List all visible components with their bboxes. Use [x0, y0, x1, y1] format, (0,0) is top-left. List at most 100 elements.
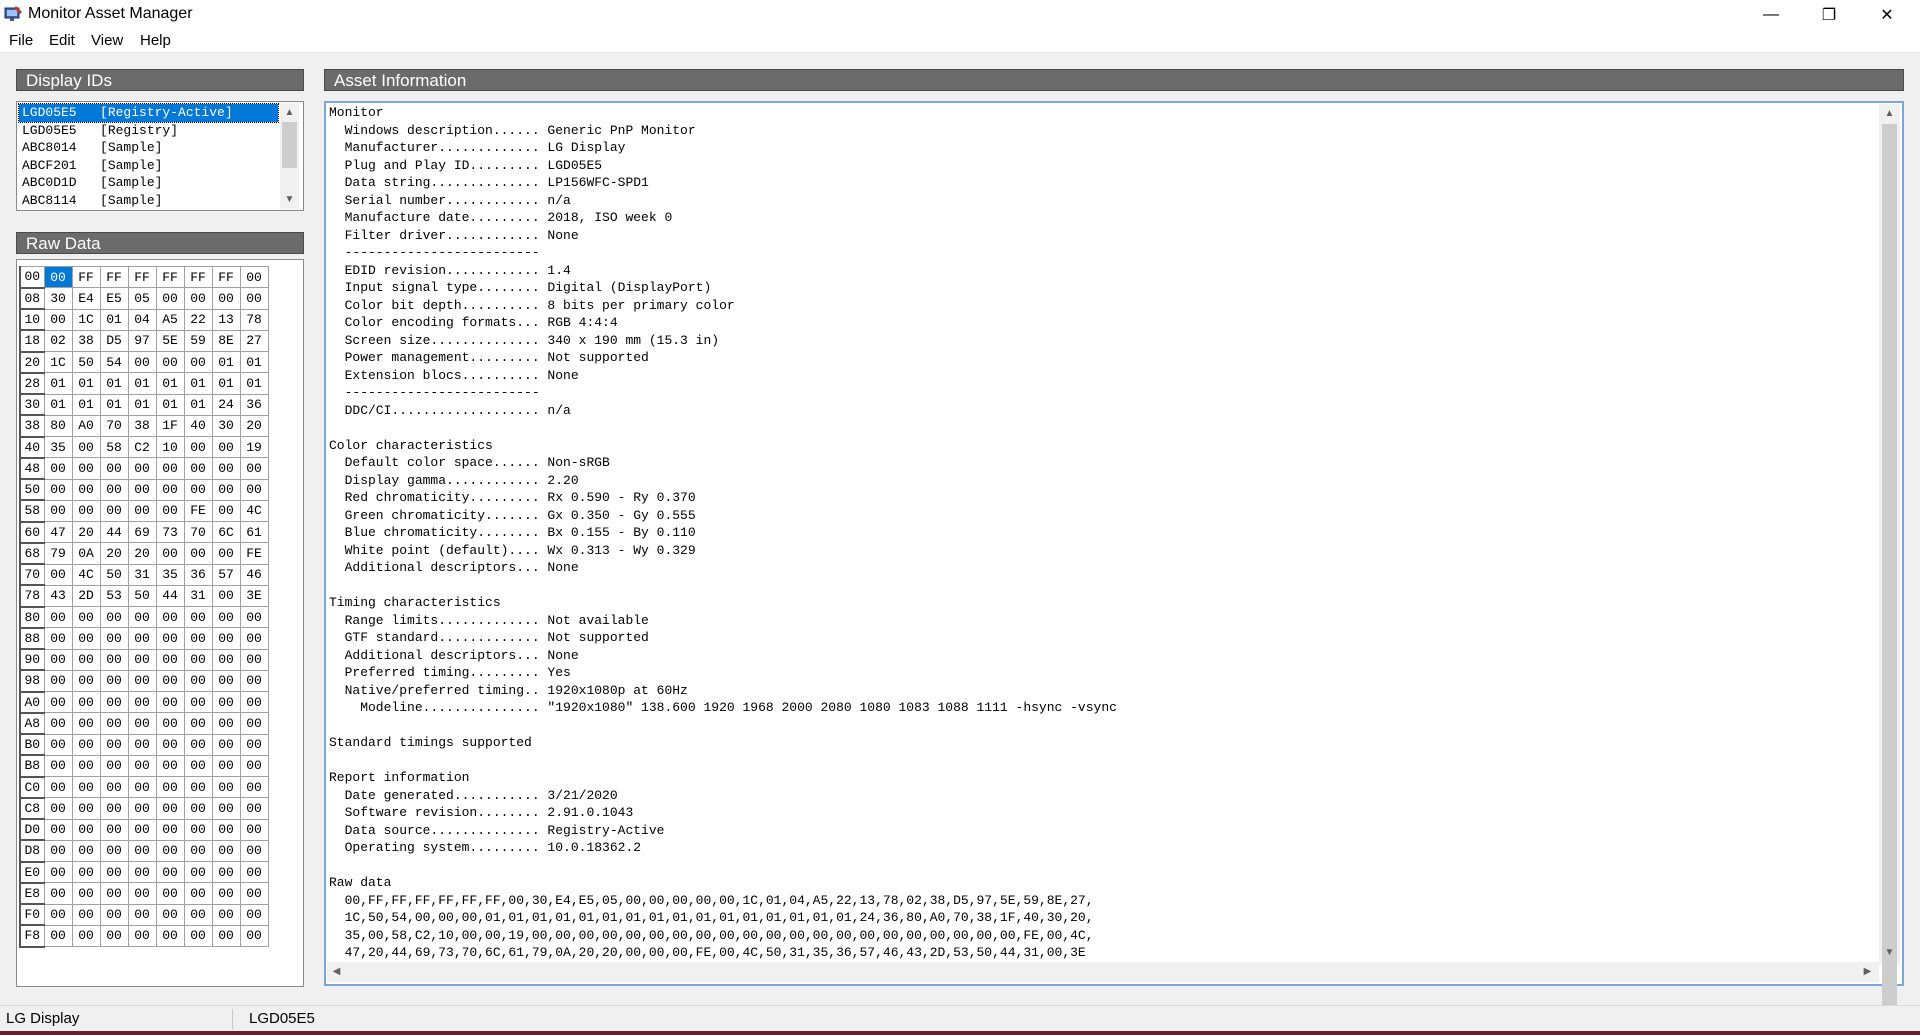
raw-data-byte[interactable]: 3E — [239, 584, 269, 608]
raw-data-byte[interactable]: 00 — [211, 882, 241, 905]
raw-data-byte[interactable]: 70 — [99, 414, 129, 438]
raw-data-byte[interactable]: 40 — [183, 414, 213, 438]
raw-data-byte[interactable]: 00 — [43, 818, 73, 841]
raw-data-byte[interactable]: 57 — [211, 563, 241, 586]
raw-data-byte[interactable]: 00 — [71, 457, 101, 480]
raw-data-byte[interactable]: 00 — [43, 308, 73, 331]
raw-data-byte[interactable]: A0 — [71, 414, 101, 438]
raw-data-byte[interactable]: 00 — [71, 839, 101, 863]
raw-data-byte[interactable]: 01 — [127, 372, 157, 395]
raw-data-byte[interactable]: 19 — [239, 435, 269, 459]
raw-data-byte[interactable]: 31 — [183, 584, 213, 608]
raw-data-byte[interactable]: 00 — [211, 754, 241, 778]
raw-data-byte[interactable]: 69 — [127, 520, 157, 544]
raw-data-byte[interactable]: 00 — [43, 754, 73, 778]
raw-data-byte[interactable]: 00 — [127, 712, 157, 735]
maximize-button[interactable]: ❐ — [1800, 0, 1858, 29]
raw-data-byte[interactable]: 00 — [239, 605, 269, 629]
raw-data-byte[interactable]: 38 — [127, 414, 157, 438]
raw-data-byte[interactable]: 00 — [99, 733, 129, 756]
raw-data-byte[interactable]: 00 — [71, 669, 101, 693]
raw-data-byte[interactable]: 00 — [211, 287, 241, 310]
raw-data-byte[interactable]: 01 — [239, 372, 269, 395]
raw-data-byte[interactable]: 00 — [239, 287, 269, 310]
display-id-item[interactable]: LGD05E5 [Registry] — [19, 122, 278, 140]
raw-data-byte[interactable]: 00 — [183, 542, 213, 565]
raw-data-byte[interactable]: 00 — [239, 733, 269, 756]
scroll-thumb[interactable] — [1882, 124, 1897, 1010]
raw-data-byte[interactable]: 00 — [183, 478, 213, 501]
raw-data-byte[interactable]: 00 — [99, 669, 129, 693]
raw-data-byte[interactable]: 00 — [211, 818, 241, 841]
raw-data-byte[interactable]: 00 — [183, 648, 213, 671]
raw-data-byte[interactable]: C2 — [127, 435, 157, 459]
raw-data-byte[interactable]: 00 — [183, 605, 213, 629]
raw-data-byte[interactable]: 01 — [71, 372, 101, 395]
raw-data-byte[interactable]: 30 — [211, 414, 241, 438]
raw-data-byte[interactable]: 00 — [183, 924, 213, 948]
raw-data-byte[interactable]: 00 — [127, 903, 157, 926]
raw-data-byte[interactable]: 00 — [127, 690, 157, 714]
asset-info-vscrollbar[interactable]: ▲ ▼ — [1879, 104, 1900, 1010]
raw-data-byte[interactable]: 02 — [43, 329, 73, 353]
raw-data-byte[interactable]: 00 — [127, 627, 157, 650]
raw-data-byte[interactable]: 00 — [155, 542, 185, 565]
raw-data-byte[interactable]: 8E — [211, 329, 241, 353]
raw-data-byte[interactable]: 04 — [127, 308, 157, 331]
raw-data-byte[interactable]: 00 — [155, 287, 185, 310]
raw-data-byte[interactable]: 05 — [127, 287, 157, 310]
raw-data-byte[interactable]: 00 — [71, 648, 101, 671]
raw-data-byte[interactable]: 00 — [155, 818, 185, 841]
raw-data-byte[interactable]: 00 — [183, 350, 213, 374]
raw-data-byte[interactable]: 00 — [43, 457, 73, 480]
raw-data-byte[interactable]: 22 — [183, 308, 213, 331]
raw-data-byte[interactable]: 47 — [43, 520, 73, 544]
raw-data-byte[interactable]: 00 — [183, 669, 213, 693]
raw-data-byte[interactable]: 4C — [239, 499, 269, 523]
raw-data-byte[interactable]: 00 — [239, 648, 269, 671]
raw-data-byte[interactable]: 53 — [99, 584, 129, 608]
raw-data-byte[interactable]: 00 — [71, 627, 101, 650]
raw-data-byte[interactable]: D5 — [99, 329, 129, 353]
raw-data-byte[interactable]: 00 — [155, 797, 185, 820]
raw-data-byte[interactable]: 58 — [99, 435, 129, 459]
raw-data-byte[interactable]: 00 — [211, 924, 241, 948]
raw-data-byte[interactable]: 50 — [71, 350, 101, 374]
raw-data-byte[interactable]: 00 — [183, 733, 213, 756]
raw-data-byte[interactable]: 00 — [183, 754, 213, 778]
raw-data-byte[interactable]: 01 — [183, 372, 213, 395]
raw-data-byte[interactable]: 13 — [211, 308, 241, 331]
raw-data-byte[interactable]: 30 — [43, 287, 73, 310]
raw-data-byte[interactable]: 00 — [127, 669, 157, 693]
raw-data-byte[interactable]: 00 — [71, 775, 101, 799]
raw-data-byte[interactable]: 00 — [127, 775, 157, 799]
raw-data-byte[interactable]: FE — [183, 499, 213, 523]
raw-data-byte[interactable]: 0A — [71, 542, 101, 565]
raw-data-byte[interactable]: 00 — [155, 457, 185, 480]
raw-data-byte[interactable]: 00 — [239, 478, 269, 501]
raw-data-byte[interactable]: 00 — [239, 754, 269, 778]
raw-data-byte[interactable]: 00 — [183, 882, 213, 905]
raw-data-byte[interactable]: 00 — [99, 797, 129, 820]
raw-data-byte[interactable]: 00 — [127, 457, 157, 480]
raw-data-byte[interactable]: 00 — [211, 733, 241, 756]
raw-data-byte[interactable]: 36 — [239, 393, 269, 416]
scroll-up-icon[interactable]: ▲ — [281, 104, 298, 121]
raw-data-byte[interactable]: 31 — [127, 563, 157, 586]
raw-data-byte[interactable]: 00 — [99, 627, 129, 650]
raw-data-byte[interactable]: 00 — [99, 839, 129, 863]
raw-data-byte[interactable]: 00 — [239, 924, 269, 948]
raw-data-byte[interactable]: 01 — [43, 372, 73, 395]
raw-data-byte[interactable]: 00 — [71, 754, 101, 778]
raw-data-byte[interactable]: 00 — [43, 924, 73, 948]
raw-data-byte[interactable]: 00 — [211, 627, 241, 650]
raw-data-byte[interactable]: 00 — [239, 797, 269, 820]
raw-data-byte[interactable]: 20 — [99, 542, 129, 565]
raw-data-byte[interactable]: 00 — [99, 605, 129, 629]
scroll-right-icon[interactable]: ▶ — [1859, 963, 1876, 980]
minimize-button[interactable]: — — [1742, 0, 1800, 29]
raw-data-byte[interactable]: 00 — [43, 690, 73, 714]
raw-data-byte[interactable]: 00 — [99, 754, 129, 778]
raw-data-byte[interactable]: 00 — [155, 882, 185, 905]
raw-data-byte[interactable]: 00 — [127, 350, 157, 374]
